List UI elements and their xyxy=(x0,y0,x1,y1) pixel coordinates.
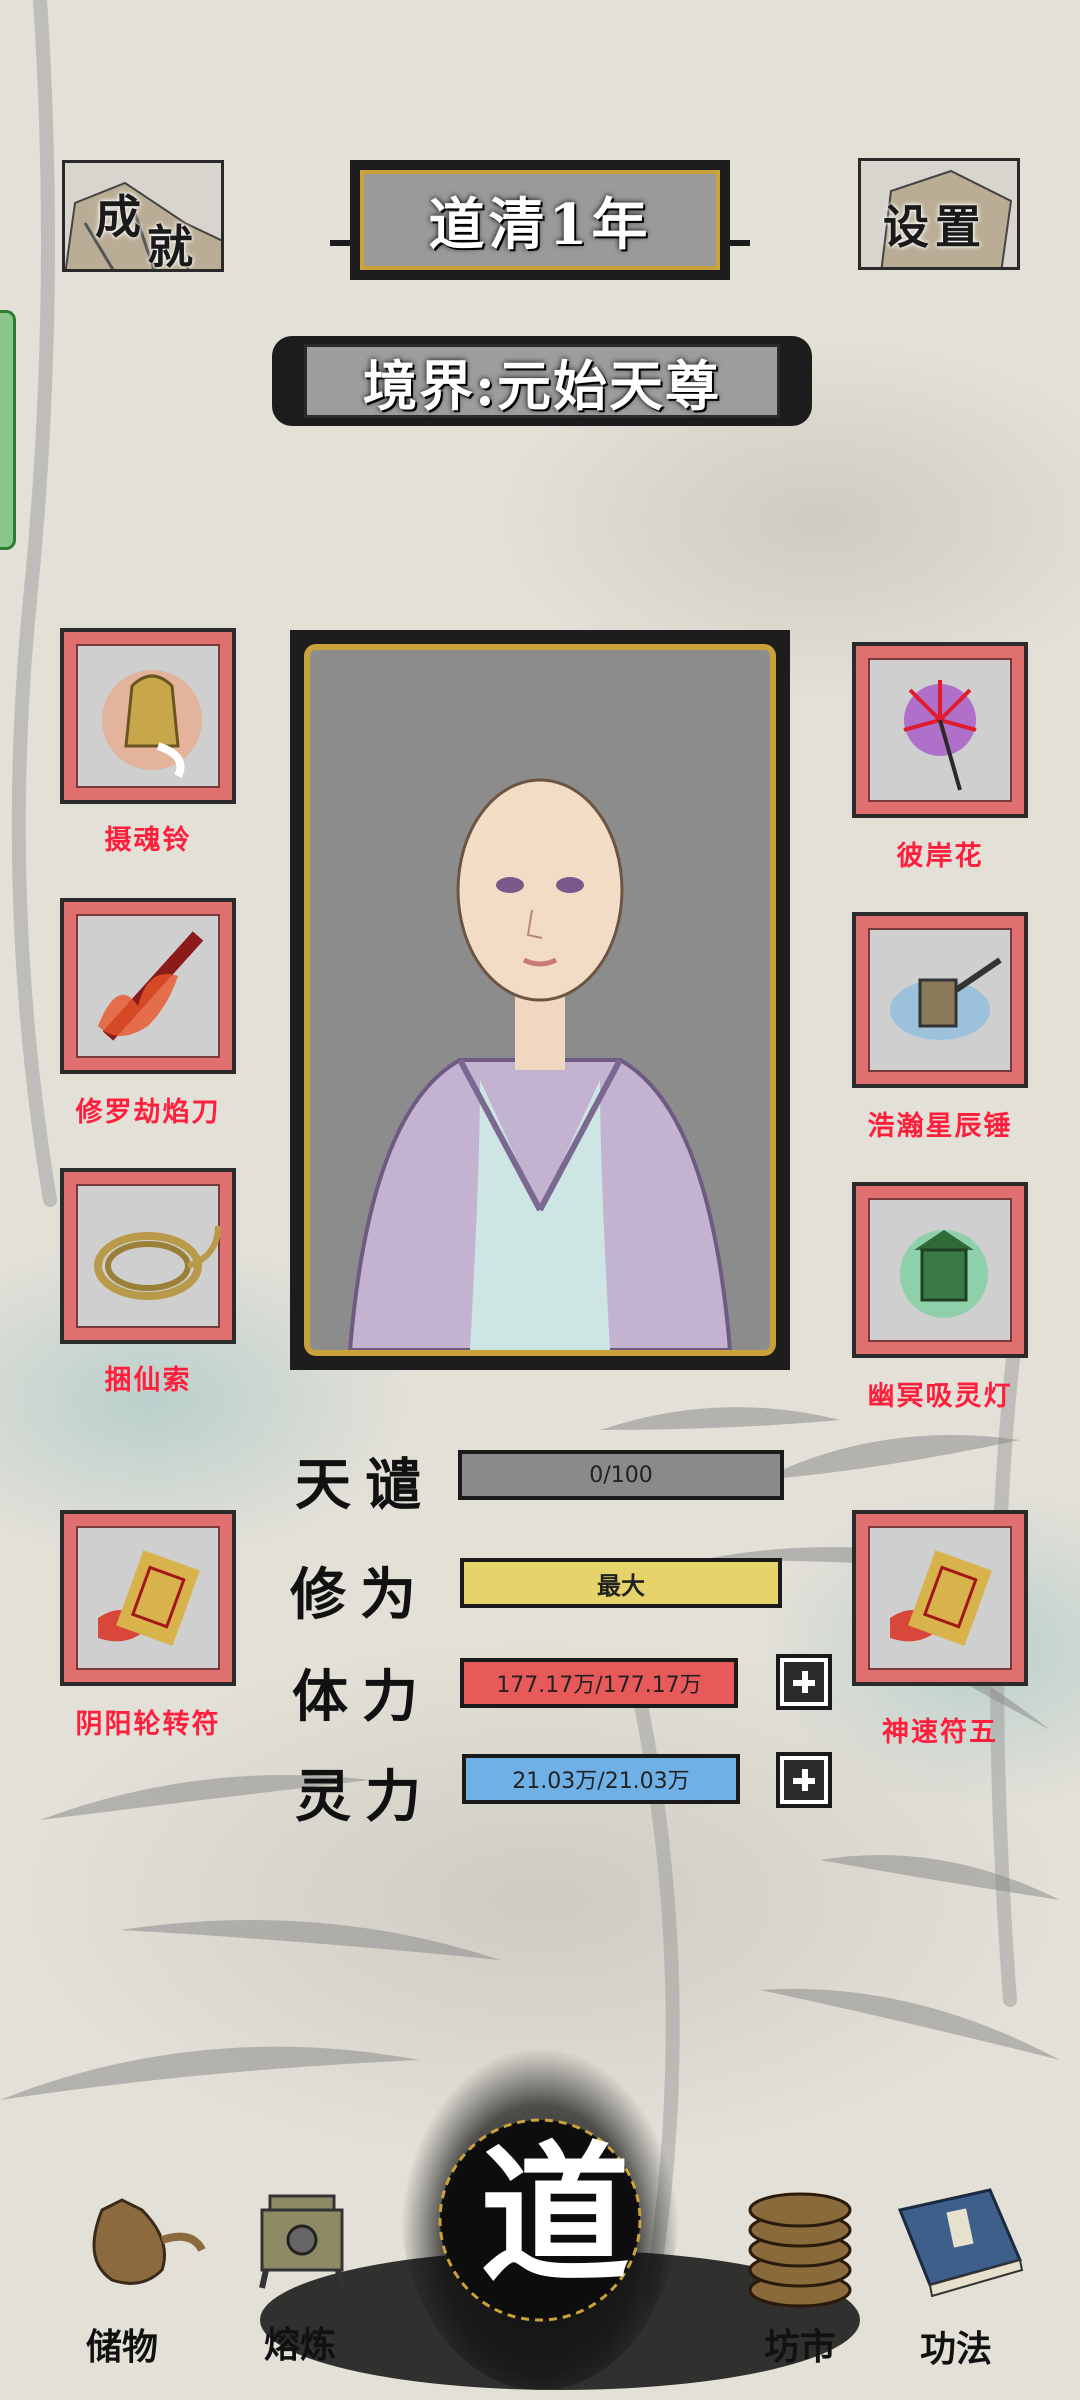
red-spider-lily-icon xyxy=(903,680,977,791)
hammer-icon xyxy=(890,957,1002,1040)
tribulation-value: 0/100 xyxy=(589,1462,653,1488)
achievements-label-1: 成 xyxy=(95,190,141,244)
equip-label-right-3: 幽冥吸灵灯 xyxy=(867,1381,1013,1412)
nav-cultivate-center[interactable]: 道 xyxy=(420,2110,670,2370)
character-portrait[interactable] xyxy=(290,630,790,1370)
equip-slot-left-4[interactable] xyxy=(60,1510,236,1686)
equip-slot-right-3[interactable] xyxy=(852,1182,1028,1358)
achievements-label-2: 就 xyxy=(147,220,193,272)
stat-label-stamina: 体力 xyxy=(292,1664,432,1730)
equip-label-right-1: 彼岸花 xyxy=(896,841,984,872)
nav-center-glyph: 道 xyxy=(480,2127,631,2303)
cauldron-icon xyxy=(259,2194,345,2289)
equip-label-left-3: 捆仙索 xyxy=(104,1365,192,1396)
settings-button[interactable]: 设置 xyxy=(858,158,1020,270)
bell-icon xyxy=(102,670,202,778)
nav-storage[interactable]: 储物 xyxy=(62,2170,222,2368)
realm-text: 境界:元始天尊 xyxy=(363,353,721,418)
talisman-scroll-icon xyxy=(890,1550,992,1646)
equip-slot-right-4[interactable] xyxy=(852,1510,1028,1686)
side-tab[interactable] xyxy=(0,310,16,550)
plus-icon xyxy=(784,1662,824,1702)
flaming-sword-icon xyxy=(98,931,204,1041)
stamina-plus-button[interactable] xyxy=(776,1654,832,1710)
stat-label-tribulation: 天谴 xyxy=(295,1452,435,1518)
plus-icon xyxy=(784,1760,824,1800)
stamina-value: 177.17万/177.17万 xyxy=(496,1673,702,1698)
pouch-icon xyxy=(92,2198,206,2285)
nav-storage-label: 储物 xyxy=(85,2326,158,2368)
book-icon xyxy=(897,2188,1024,2298)
character-figure xyxy=(310,650,770,1350)
talisman-scroll-icon xyxy=(98,1550,200,1646)
realm-banner: 境界:元始天尊 xyxy=(272,326,812,436)
settings-label: 设置 xyxy=(883,200,987,254)
spirit-plus-button[interactable] xyxy=(776,1752,832,1808)
green-lantern-icon xyxy=(900,1230,988,1318)
equip-slot-left-1[interactable] xyxy=(60,628,236,804)
rock-icon xyxy=(65,181,221,269)
cultivation-bar: 最大 xyxy=(460,1558,782,1608)
stat-label-spirit: 灵力 xyxy=(295,1764,435,1830)
stat-label-cultivation: 修为 xyxy=(290,1562,430,1628)
rope-coil-icon xyxy=(94,1225,221,1300)
achievements-button[interactable]: 成 就 xyxy=(62,160,224,272)
nav-skills-label: 功法 xyxy=(919,2328,992,2370)
equip-slot-left-2[interactable] xyxy=(60,898,236,1074)
equip-label-right-4: 神速符五 xyxy=(882,1717,998,1748)
cultivation-value: 最大 xyxy=(597,1570,645,1600)
spirit-value: 21.03万/21.03万 xyxy=(512,1769,690,1794)
coin-stack-icon xyxy=(748,2192,852,2308)
equip-label-left-1: 摄魂铃 xyxy=(104,825,192,856)
nav-refine-label: 熔炼 xyxy=(263,2324,336,2366)
nav-market[interactable]: 坊市 xyxy=(720,2170,880,2368)
nav-skills[interactable]: 功法 xyxy=(880,2170,1040,2370)
equip-slot-right-1[interactable] xyxy=(852,642,1028,818)
nav-refine[interactable]: 熔炼 xyxy=(222,2170,382,2366)
equip-label-left-2: 修罗劫焰刀 xyxy=(75,1097,221,1128)
year-banner: 道清1年 xyxy=(330,160,750,280)
equip-slot-right-2[interactable] xyxy=(852,912,1028,1088)
spirit-bar: 21.03万/21.03万 xyxy=(462,1754,740,1804)
tribulation-bar: 0/100 xyxy=(458,1450,784,1500)
equip-label-left-4: 阴阳轮转符 xyxy=(75,1709,221,1740)
equip-label-right-2: 浩瀚星辰锤 xyxy=(867,1111,1013,1142)
stamina-bar: 177.17万/177.17万 xyxy=(460,1658,738,1708)
equip-slot-left-3[interactable] xyxy=(60,1168,236,1344)
year-title: 道清1年 xyxy=(428,191,652,258)
nav-market-label: 坊市 xyxy=(763,2326,836,2368)
